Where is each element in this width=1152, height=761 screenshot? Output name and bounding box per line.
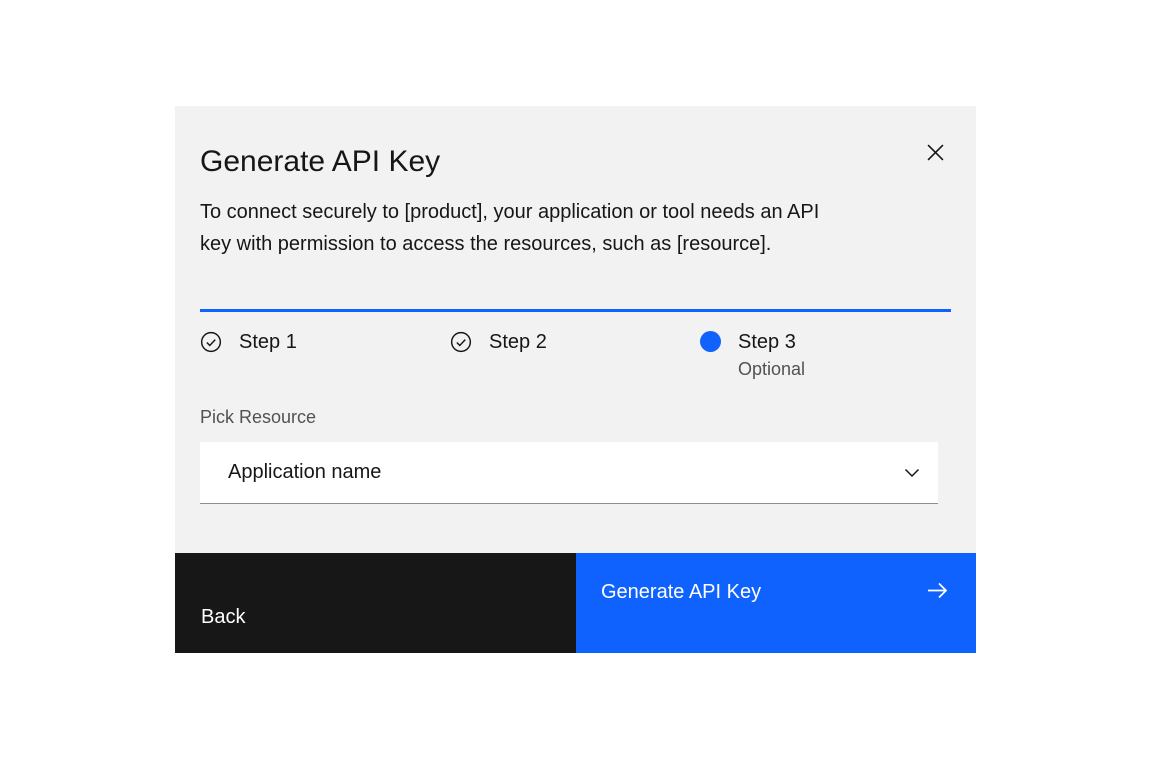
progress-step-2[interactable]: Step 2	[450, 331, 700, 380]
progress-steps: Step 1 Step 2	[200, 331, 951, 380]
check-circle-icon	[200, 331, 222, 353]
modal-title: Generate API Key	[200, 106, 951, 182]
close-icon	[927, 144, 944, 161]
step-sublabel: Optional	[738, 358, 805, 380]
modal-content: Generate API Key To connect securely to …	[175, 106, 976, 504]
step-label: Step 1	[239, 331, 297, 353]
generate-button-label: Generate API Key	[601, 581, 761, 604]
dropdown-selected-value: Application name	[228, 461, 381, 484]
check-circle-icon	[450, 331, 472, 353]
modal-footer: Back Generate API Key	[175, 553, 976, 653]
pick-resource-label: Pick Resource	[200, 407, 951, 427]
back-button[interactable]: Back	[175, 553, 576, 653]
resource-dropdown[interactable]: Application name	[200, 442, 938, 504]
generate-api-key-modal: Generate API Key To connect securely to …	[175, 106, 976, 653]
generate-api-key-button[interactable]: Generate API Key	[576, 553, 976, 653]
step-label: Step 2	[489, 331, 547, 353]
progress-step-1[interactable]: Step 1	[200, 331, 450, 380]
progress-indicator: Step 1 Step 2	[200, 309, 951, 380]
progress-track	[200, 309, 951, 312]
step-label: Step 3	[738, 331, 805, 353]
description-line-2: key with permission to access the resour…	[200, 228, 951, 260]
progress-step-3[interactable]: Step 3 Optional	[700, 331, 950, 380]
current-step-dot-icon	[700, 331, 721, 352]
arrow-right-icon	[927, 582, 948, 599]
pick-resource-group: Pick Resource Application name	[200, 407, 951, 504]
close-button[interactable]	[913, 130, 957, 174]
description-line-1: To connect securely to [product], your a…	[200, 196, 951, 228]
chevron-down-icon	[904, 468, 920, 478]
modal-description: To connect securely to [product], your a…	[200, 196, 951, 260]
